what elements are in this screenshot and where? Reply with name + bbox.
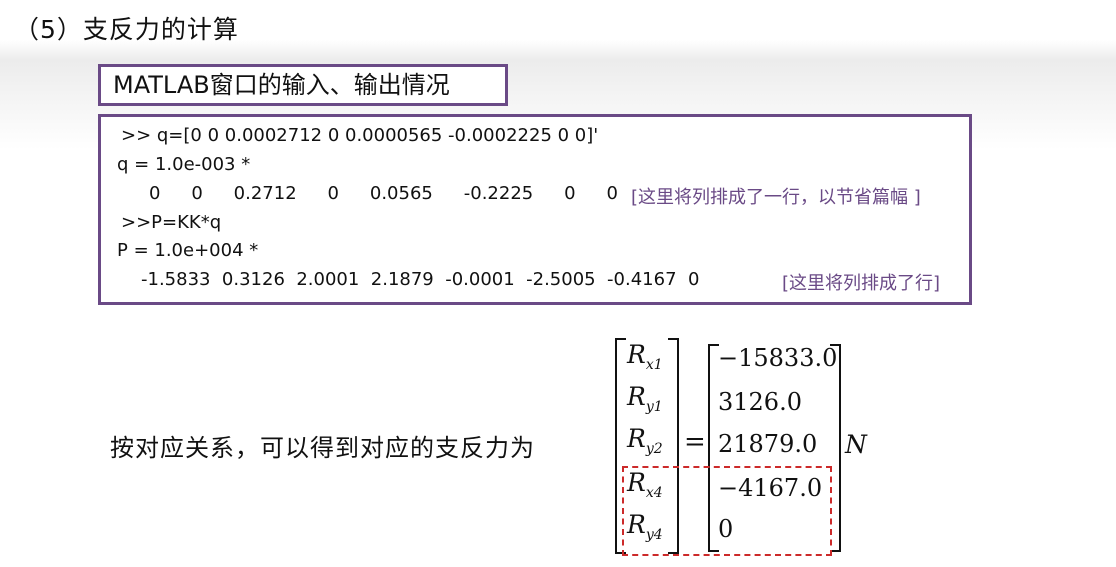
dashed-highlight-box xyxy=(622,466,832,556)
reaction-symbol-ry2: Ry2 xyxy=(627,424,663,457)
matlab-console-output: >> q=[0 0 0.0002712 0 0.0000565 -0.00022… xyxy=(98,114,972,305)
section-title: （5）支反力的计算 xyxy=(14,15,239,44)
reaction-symbol-ry1: Ry1 xyxy=(627,382,663,415)
reaction-value-rx1: −15833.0 xyxy=(718,344,838,372)
console-line-q-values: 0 0 0.2712 0 0.0565 -0.2225 0 0 xyxy=(149,183,618,204)
console-line-p-input: >>P=KK*q xyxy=(121,212,222,233)
reaction-value-ry2: 21879.0 xyxy=(718,430,818,458)
reaction-value-ry1: 3126.0 xyxy=(718,388,802,416)
console-line-p-scale: P = 1.0e+004 * xyxy=(117,240,259,261)
unit-newton: N xyxy=(845,430,867,459)
console-line-q-input: >> q=[0 0 0.0002712 0 0.0000565 -0.00022… xyxy=(121,125,599,146)
console-line-p-values: -1.5833 0.3126 2.0001 2.1879 -0.0001 -2.… xyxy=(141,269,700,290)
console-note-row-layout: [这里将列排成了一行，以节省篇幅 ] xyxy=(631,187,921,208)
reaction-symbol-rx1: Rx1 xyxy=(627,340,663,373)
matlab-window-label: MATLAB窗口的输入、输出情况 xyxy=(98,64,508,106)
lead-text: 按对应关系，可以得到对应的支反力为 xyxy=(110,434,535,462)
equals-sign: = xyxy=(684,427,706,457)
console-line-q-scale: q = 1.0e-003 * xyxy=(117,154,251,175)
console-note-row: [这里将列排成了行] xyxy=(782,273,941,294)
